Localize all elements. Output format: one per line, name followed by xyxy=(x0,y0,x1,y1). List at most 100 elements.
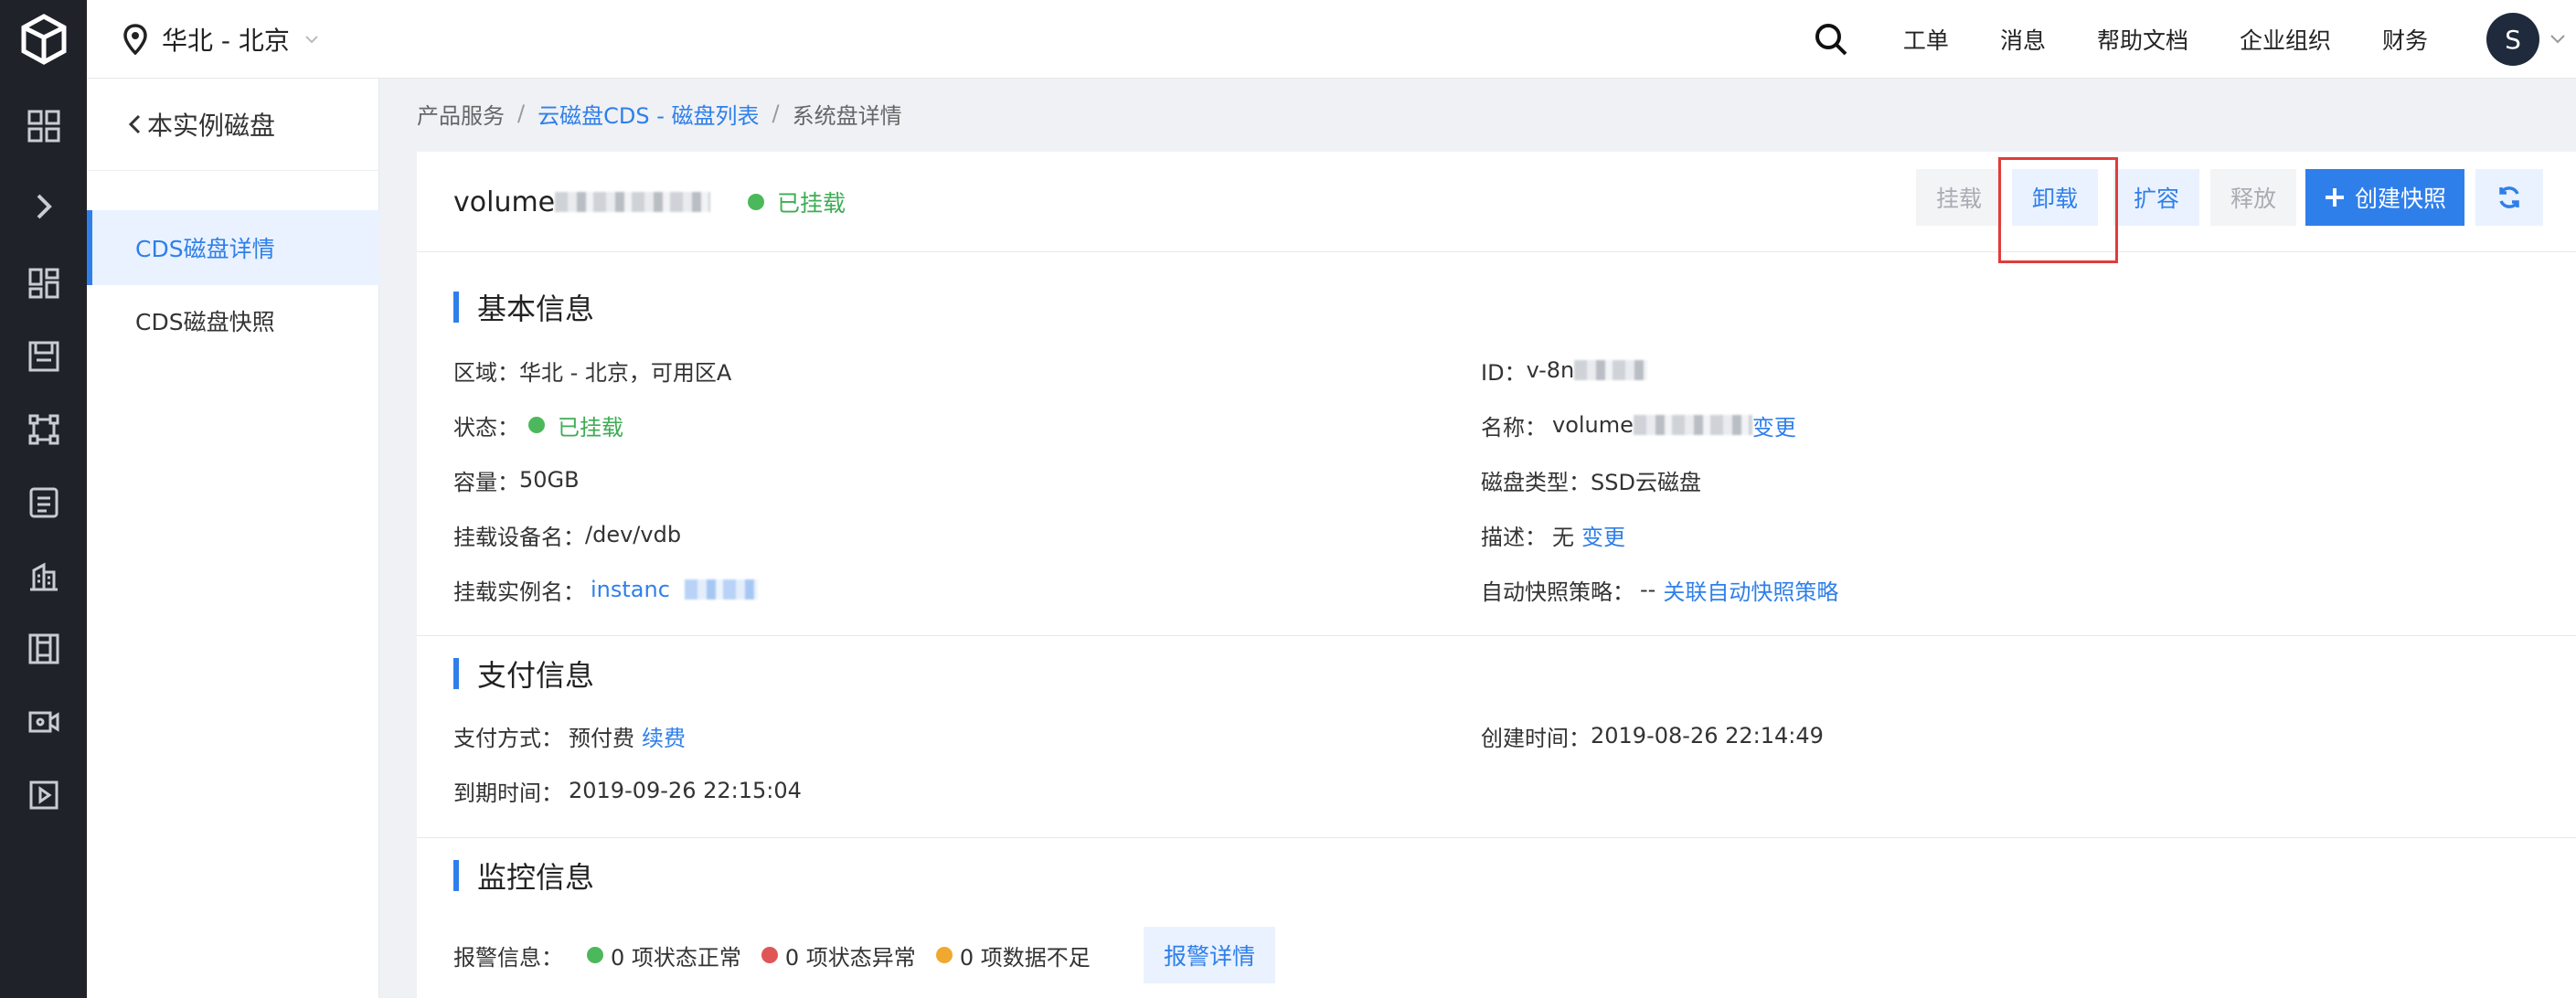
sidebar-item-cds-snapshot[interactable]: CDS磁盘快照 xyxy=(87,283,379,358)
grid-icon[interactable] xyxy=(0,99,87,154)
auto-snapshot-row: 自动快照策略： -- 关联自动快照策略 xyxy=(1481,573,1838,606)
secondary-sidebar: 本实例磁盘 CDS磁盘详情 CDS磁盘快照 xyxy=(87,79,379,998)
database-icon[interactable] xyxy=(0,475,87,530)
expand-chevron-icon[interactable] xyxy=(0,179,87,234)
status-dot-icon xyxy=(528,417,545,433)
avatar-chevron-down-icon[interactable] xyxy=(2539,34,2576,45)
status-row: 状态： 已挂载 xyxy=(453,409,623,441)
desc-field-label: 描述： xyxy=(1481,524,1547,550)
section-title-text: 支付信息 xyxy=(477,658,595,693)
detach-button[interactable]: 卸载 xyxy=(2012,169,2098,226)
type-field-value: SSD云磁盘 xyxy=(1591,469,1701,495)
breadcrumb-disk-list-link[interactable]: 云磁盘CDS - 磁盘列表 xyxy=(538,98,759,130)
breadcrumb: 产品服务 / 云磁盘CDS - 磁盘列表 / 系统盘详情 xyxy=(417,93,902,133)
section-accent-bar xyxy=(453,658,459,689)
alarm-label: 报警信息： xyxy=(453,944,563,971)
region-selector[interactable]: 华北 - 北京 xyxy=(123,0,319,79)
name-row: 名称： volume 变更 xyxy=(1481,409,1796,441)
attach-button[interactable]: 挂载 xyxy=(1916,169,2002,226)
id-field-value: v-8n xyxy=(1526,357,1575,383)
brand-logo-icon[interactable] xyxy=(0,0,87,79)
sidebar-item-label: CDS磁盘快照 xyxy=(135,309,275,335)
created-label: 创建时间： xyxy=(1481,725,1591,751)
associate-snapshot-policy-link[interactable]: 关联自动快照策略 xyxy=(1663,574,1838,606)
nav-help-docs[interactable]: 帮助文档 xyxy=(2097,23,2188,56)
insufficient-dot-icon xyxy=(935,947,953,963)
disk-type-row: 磁盘类型： SSD云磁盘 xyxy=(1481,463,1701,496)
expire-value: 2019-09-26 22:15:04 xyxy=(569,778,802,803)
capacity-field-value: 50GB xyxy=(519,467,580,493)
payment-info-title: 支付信息 xyxy=(453,657,594,693)
abnormal-dot-icon xyxy=(761,947,778,963)
breadcrumb-separator: / xyxy=(772,101,780,126)
region-field-value: 华北 - 北京，可用区A xyxy=(519,359,732,386)
expand-button[interactable]: 扩容 xyxy=(2113,169,2199,226)
capacity-field-label: 容量： xyxy=(453,469,519,495)
created-row: 创建时间： 2019-08-26 22:14:49 xyxy=(1481,719,1824,752)
name-field-label: 名称： xyxy=(1481,414,1547,441)
search-icon[interactable] xyxy=(1808,16,1854,62)
sidebar-item-label: CDS磁盘详情 xyxy=(135,236,275,262)
region-row: 区域： 华北 - 北京，可用区A xyxy=(453,354,731,387)
plus-icon xyxy=(2325,188,2344,207)
breadcrumb-separator: / xyxy=(517,101,526,126)
network-icon[interactable] xyxy=(0,402,87,457)
card-header: volume 已挂载 挂载 卸载 扩容 释放 创建快照 xyxy=(417,152,2576,263)
normal-dot-icon xyxy=(587,947,603,963)
section-title-text: 基本信息 xyxy=(477,292,595,326)
sidebar-divider xyxy=(87,170,379,171)
section-accent-bar xyxy=(453,860,459,891)
sidebar-item-cds-detail[interactable]: CDS磁盘详情 xyxy=(87,210,379,285)
description-row: 描述： 无 变更 xyxy=(1481,518,1625,551)
chevron-left-icon xyxy=(128,114,141,134)
created-value: 2019-08-26 22:14:49 xyxy=(1591,723,1824,748)
desc-field-value: 无 xyxy=(1552,524,1574,550)
payment-method-row: 支付方式： 预付费 续费 xyxy=(453,719,686,752)
renew-link[interactable]: 续费 xyxy=(642,720,686,752)
snapshot-policy-label: 自动快照策略： xyxy=(1481,579,1634,605)
dashboard-icon[interactable] xyxy=(0,256,87,311)
refresh-icon xyxy=(2499,186,2519,208)
breadcrumb-current: 系统盘详情 xyxy=(792,102,902,129)
desc-change-link[interactable]: 变更 xyxy=(1581,519,1625,551)
location-pin-icon xyxy=(123,24,147,55)
container-icon[interactable] xyxy=(0,621,87,676)
basic-info-title: 基本信息 xyxy=(453,291,594,326)
play-icon[interactable] xyxy=(0,768,87,823)
nav-organization[interactable]: 企业组织 xyxy=(2240,23,2331,56)
nav-messages[interactable]: 消息 xyxy=(2000,23,2046,56)
nav-tickets[interactable]: 工单 xyxy=(1903,23,1949,56)
release-button[interactable]: 释放 xyxy=(2210,169,2296,226)
capacity-row: 容量： 50GB xyxy=(453,463,580,496)
redacted-instance-id xyxy=(684,579,758,600)
device-field-value: /dev/vdb xyxy=(585,522,682,547)
instance-link[interactable]: instanc xyxy=(591,577,670,602)
breadcrumb-root: 产品服务 xyxy=(417,102,505,129)
type-field-label: 磁盘类型： xyxy=(1481,469,1591,495)
id-row: ID： v-8n xyxy=(1481,354,1648,387)
user-avatar[interactable]: S xyxy=(2486,13,2539,66)
name-field-value: volume xyxy=(1552,412,1634,438)
building-icon[interactable] xyxy=(0,548,87,603)
name-change-link[interactable]: 变更 xyxy=(1752,409,1796,441)
back-label: 本实例磁盘 xyxy=(147,111,276,141)
snapshot-policy-value: -- xyxy=(1640,577,1656,602)
nav-finance[interactable]: 财务 xyxy=(2382,23,2428,56)
storage-icon[interactable] xyxy=(0,329,87,384)
video-icon[interactable] xyxy=(0,695,87,749)
instance-row: 挂载实例名： instanc xyxy=(453,573,758,606)
back-to-instance-disks[interactable]: 本实例磁盘 xyxy=(127,79,374,170)
alarm-row: 报警信息： 0 项状态正常 0 项状态异常 0 项数据不足 xyxy=(453,939,1091,971)
action-toolbar: 挂载 卸载 扩容 释放 创建快照 xyxy=(417,157,2576,263)
status-field-label: 状态： xyxy=(453,414,519,441)
region-field-label: 区域： xyxy=(453,359,519,386)
disk-detail-card: volume 已挂载 挂载 卸载 扩容 释放 创建快照 基本信息 区域： 华北 … xyxy=(417,152,2576,998)
status-field-value: 已挂载 xyxy=(558,414,623,441)
create-snapshot-button[interactable]: 创建快照 xyxy=(2305,169,2464,226)
section-divider xyxy=(417,635,2576,636)
id-field-label: ID： xyxy=(1481,359,1527,386)
monitor-info-title: 监控信息 xyxy=(453,859,594,895)
refresh-button[interactable] xyxy=(2475,169,2543,226)
expire-label: 到期时间： xyxy=(453,780,563,806)
alarm-detail-button[interactable]: 报警详情 xyxy=(1144,927,1275,983)
